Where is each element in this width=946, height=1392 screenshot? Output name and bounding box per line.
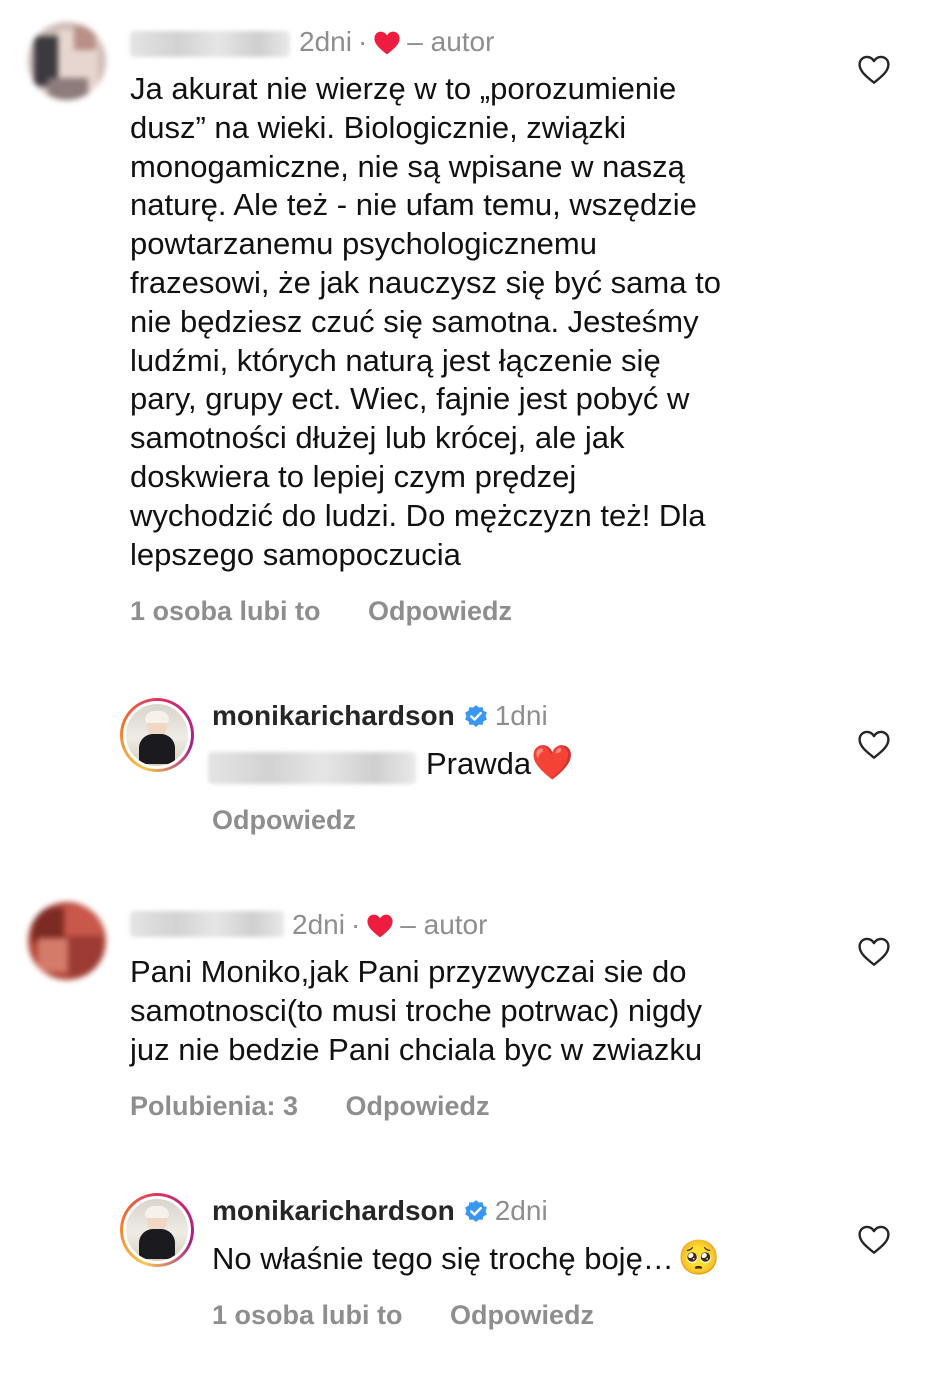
like-button[interactable]: [858, 1225, 890, 1260]
reply-username[interactable]: monikarichardson: [212, 700, 455, 731]
mention-blurred[interactable]: [208, 752, 416, 784]
author-label: – autor: [400, 909, 488, 940]
reply-1: monikarichardson 1dni Prawda❤️ Odpowiedz: [0, 690, 946, 850]
comment-actions: 1 osoba lubi to Odpowiedz: [130, 596, 512, 627]
like-button[interactable]: [858, 55, 890, 90]
reply-username[interactable]: monikarichardson: [212, 1195, 455, 1226]
comment-meta: 2dni · – autor: [299, 25, 494, 63]
like-button[interactable]: [858, 730, 890, 765]
reply-time: 2dni: [494, 1195, 548, 1226]
heart-outline-icon: [858, 1225, 890, 1254]
heart-filled-icon: [366, 912, 394, 946]
reply-time: 1dni: [494, 700, 548, 731]
reply-header: monikarichardson 2dni: [212, 1194, 548, 1238]
reply-button[interactable]: Odpowiedz: [450, 1300, 594, 1331]
commenter-avatar[interactable]: [28, 902, 106, 980]
comment-actions: Polubienia: 3 Odpowiedz: [130, 1091, 490, 1122]
reply-2: monikarichardson 2dni No właśnie tego się…: [0, 1185, 946, 1355]
avatar-photo: [123, 701, 191, 769]
verified-badge-icon: [463, 704, 489, 743]
comment-text: Pani Moniko,jak Pani przyzwyczai sie do …: [130, 954, 703, 1067]
likes-count-link[interactable]: Polubienia: 3: [130, 1091, 298, 1122]
commenter-username-blurred[interactable]: [130, 31, 290, 57]
likes-count-link[interactable]: 1 osoba lubi to: [212, 1300, 403, 1331]
reply-text: No właśnie tego się trochę boję…: [212, 1241, 674, 1276]
verified-badge-icon: [463, 1199, 489, 1238]
reply-actions: 1 osoba lubi to Odpowiedz: [212, 1300, 594, 1331]
heart-outline-icon: [858, 55, 890, 84]
reply-button[interactable]: Odpowiedz: [212, 805, 356, 836]
reply-text: Prawda: [426, 746, 532, 781]
reply-button[interactable]: Odpowiedz: [368, 596, 512, 627]
comment-meta: 2dni · – autor: [292, 908, 487, 946]
heart-outline-icon: [858, 730, 890, 759]
comment-1: 2dni · – autor Ja akurat nie wierzę w to „…: [0, 0, 946, 660]
comment-2: 2dni · – autor Pani Moniko,jak Pani przyzw…: [0, 880, 946, 1150]
comment-time: 2dni: [292, 909, 345, 940]
reply-button[interactable]: Odpowiedz: [346, 1091, 490, 1122]
reply-actions: Odpowiedz: [212, 805, 356, 836]
meta-separator: ·: [357, 26, 368, 57]
meta-separator: ·: [350, 909, 361, 940]
reply-text-row: No właśnie tego się trochę boję… 🥺: [212, 1238, 720, 1279]
comment-text: Ja akurat nie wierzę w to „porozumienie …: [130, 71, 721, 572]
monika-avatar[interactable]: [120, 698, 194, 772]
likes-count-link[interactable]: 1 osoba lubi to: [130, 596, 321, 627]
reply-text-row: Prawda❤️: [426, 743, 573, 784]
comment-time: 2dni: [299, 26, 352, 57]
like-button[interactable]: [858, 937, 890, 972]
commenter-username-blurred[interactable]: [130, 911, 284, 937]
monika-avatar[interactable]: [120, 1193, 194, 1267]
commenter-avatar[interactable]: [28, 22, 106, 100]
heart-filled-icon: [373, 29, 401, 63]
red-heart-emoji: ❤️: [531, 744, 574, 782]
author-label: – autor: [407, 26, 495, 57]
avatar-photo: [123, 1196, 191, 1264]
reply-header: monikarichardson 1dni: [212, 699, 548, 743]
heart-outline-icon: [858, 937, 890, 966]
pleading-face-emoji: 🥺: [677, 1239, 721, 1277]
